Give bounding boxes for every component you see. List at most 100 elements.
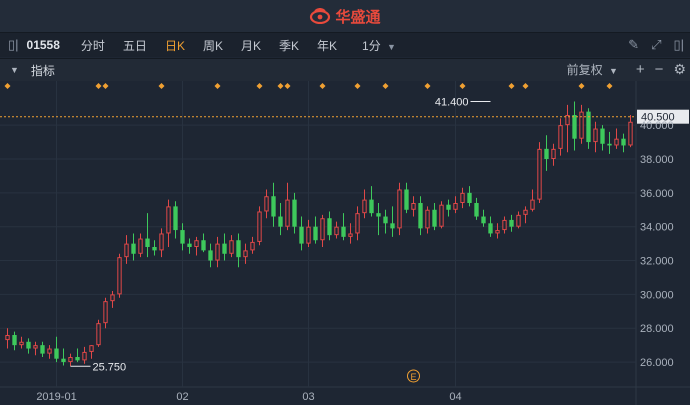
x-tick-label: 04 — [449, 391, 461, 403]
candle-body — [481, 216, 486, 224]
candle-body — [82, 351, 87, 361]
candle-body — [369, 199, 374, 214]
candle-body — [173, 206, 178, 231]
candle-body — [180, 230, 185, 244]
candle-body — [110, 294, 115, 302]
candle-body — [313, 226, 318, 241]
indicator-label[interactable]: 指标 — [31, 62, 55, 79]
stock-code: 01558 — [26, 38, 60, 52]
min-marker-label: 25.750 — [93, 361, 127, 373]
candle-body — [68, 357, 73, 363]
fullscreen-icon[interactable]: ⤢ — [651, 37, 661, 53]
candle-body — [215, 243, 220, 261]
candle-body — [474, 203, 479, 217]
tab-yearly-k[interactable]: 年K — [317, 37, 337, 54]
candle-body — [320, 218, 325, 241]
candle-body — [390, 223, 395, 229]
y-tick-label: 40.000 — [640, 120, 674, 132]
title-bar: 华盛通 — [0, 0, 690, 33]
sidebar-toggle-icon[interactable]: ▯| — [8, 37, 19, 53]
candle-body — [334, 226, 339, 236]
candle-body — [460, 192, 465, 203]
candle-body — [495, 230, 500, 234]
candle-body — [166, 206, 171, 234]
tab-five-day[interactable]: 五日 — [123, 37, 147, 54]
candle-body — [593, 128, 598, 143]
tab-weekly-k[interactable]: 周K — [203, 37, 223, 54]
chevron-down-icon: ▼ — [608, 66, 618, 76]
adjust-mode-select[interactable]: 前复权 ▼ — [567, 61, 618, 78]
candle-body — [75, 357, 80, 361]
candle-body — [117, 257, 122, 295]
candle-body — [152, 247, 157, 251]
settings-gear-icon[interactable]: ⚙ — [673, 61, 686, 78]
candle-body — [187, 243, 192, 247]
tab-monthly-k[interactable]: 月K — [241, 37, 261, 54]
candle-body — [516, 214, 521, 227]
candle-body — [145, 238, 150, 247]
candle-body — [159, 233, 164, 251]
y-tick-label: 26.000 — [640, 357, 674, 369]
candle-body — [586, 111, 591, 143]
indicator-bar: ▼ 指标 前复权 ▼ + − ⚙ — [0, 58, 690, 82]
candle-body — [19, 341, 24, 346]
candle-body — [250, 241, 255, 251]
candle-body — [271, 196, 276, 217]
candle-body — [229, 240, 234, 254]
candle-body — [201, 240, 206, 251]
remove-indicator-button[interactable]: − — [655, 61, 664, 78]
add-indicator-button[interactable]: + — [636, 61, 645, 78]
candle-body — [40, 345, 45, 354]
candle-body — [285, 199, 290, 227]
candle-body — [551, 148, 556, 159]
candlestick-chart[interactable]: 40.50041.40025.750E 26.00028.00030.00032… — [0, 81, 690, 405]
candle-body — [621, 138, 626, 146]
x-tick-label: 02 — [176, 391, 188, 403]
candle-body — [432, 209, 437, 227]
chart-toolbar: ▯| 01558 分时 五日 日K 周K 月K 季K 年K 1分 ▼ ✎ ⤢ ▯… — [0, 33, 690, 57]
y-tick-label: 32.000 — [640, 256, 674, 268]
candle-body — [327, 218, 332, 236]
candle-body — [5, 335, 10, 341]
candle-body — [523, 209, 528, 215]
tab-intraday[interactable]: 分时 — [81, 37, 105, 54]
tab-quarterly-k[interactable]: 季K — [279, 37, 299, 54]
candle-body — [530, 199, 535, 210]
candle-body — [306, 226, 311, 244]
candle-body — [348, 233, 353, 237]
candle-body — [61, 358, 66, 363]
candle-body — [579, 111, 584, 139]
candle-body — [236, 240, 241, 258]
adjust-mode-value: 前复权 — [566, 63, 603, 77]
y-tick-label: 38.000 — [640, 154, 674, 166]
app-brand: 华盛通 — [309, 6, 381, 27]
candle-body — [299, 226, 304, 244]
candle-body — [243, 250, 248, 258]
y-tick-label: 36.000 — [640, 188, 674, 200]
minute-select[interactable]: 1分 ▼ — [362, 37, 396, 54]
candle-body — [89, 345, 94, 352]
candle-body — [628, 121, 633, 146]
candle-body — [572, 115, 577, 139]
tab-daily-k[interactable]: 日K — [165, 37, 185, 54]
y-tick-label: 34.000 — [640, 222, 674, 234]
collapse-icon[interactable]: ▼ — [10, 65, 19, 75]
candle-body — [264, 196, 269, 212]
candle-body — [257, 211, 262, 242]
candle-body — [222, 243, 227, 254]
max-marker-label: 41.400 — [435, 96, 469, 108]
draw-pencil-icon[interactable]: ✎ — [628, 37, 639, 53]
candle-body — [509, 219, 514, 227]
candle-body — [103, 301, 108, 324]
candle-body — [397, 189, 402, 229]
panel-split-icon[interactable]: ▯| — [673, 37, 684, 53]
candle-body — [341, 226, 346, 237]
candle-body — [26, 341, 31, 349]
candle-body — [194, 240, 199, 248]
app-title: 华盛通 — [335, 8, 381, 26]
candle-body — [96, 323, 101, 346]
indicator-actions: 前复权 ▼ + − ⚙ — [567, 61, 686, 78]
candle-body — [425, 209, 430, 229]
candle-body — [411, 203, 416, 210]
candle-body — [600, 128, 605, 144]
